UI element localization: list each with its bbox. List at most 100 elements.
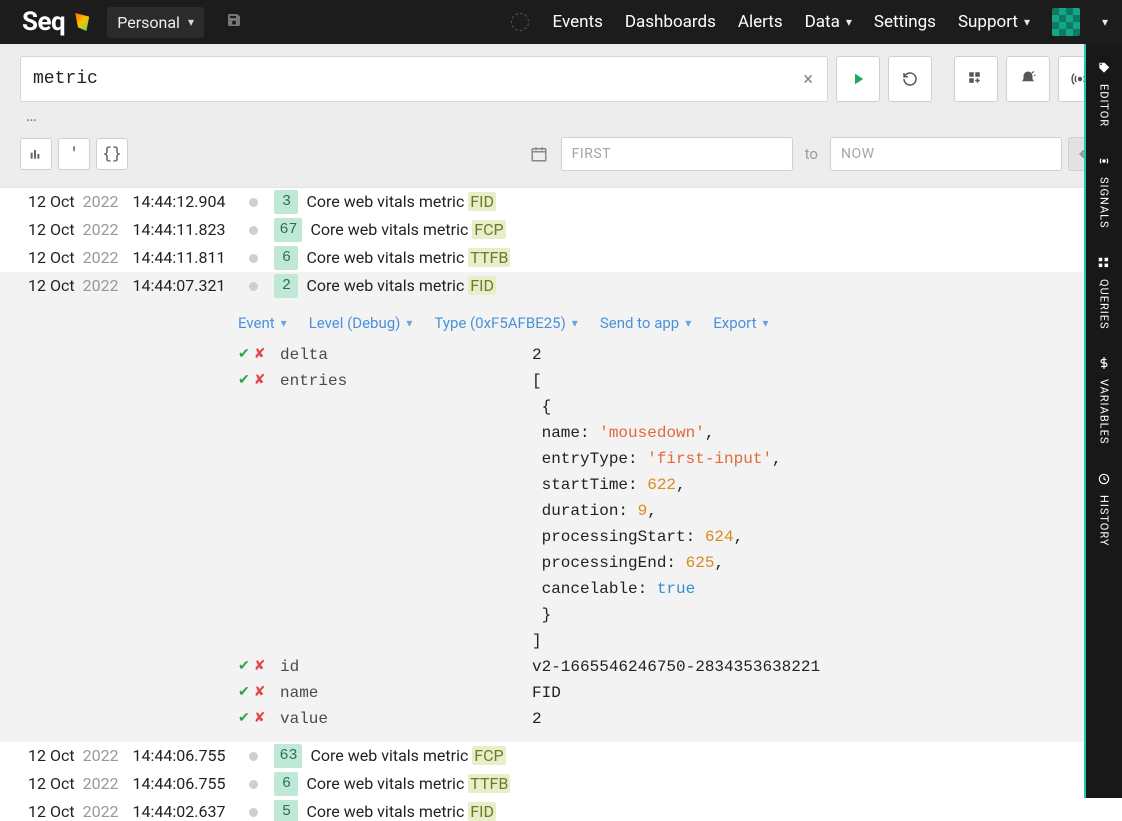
- brand-logo[interactable]: Seq: [22, 7, 89, 37]
- nav-support[interactable]: Support ▾: [958, 12, 1030, 32]
- event-message: Core web vitals metric FID: [306, 274, 496, 298]
- sidebar-item-history[interactable]: HISTORY: [1096, 471, 1112, 546]
- range-to-input[interactable]: [830, 137, 1062, 171]
- chevron-down-icon: ▾: [406, 316, 412, 330]
- brand-mark-icon: [75, 13, 89, 31]
- workspace-selector[interactable]: Personal ▾: [107, 7, 204, 38]
- prop-key: value: [280, 707, 532, 731]
- nav-data[interactable]: Data ▾: [805, 12, 852, 32]
- metric-name: FCP: [472, 746, 505, 765]
- event-row[interactable]: 12 Oct 2022 14:44:02.637 5 Core web vita…: [0, 798, 1122, 821]
- event-row[interactable]: 12 Oct 2022 14:44:07.321 2 Core web vita…: [0, 272, 1122, 300]
- histogram-toggle-button[interactable]: [20, 138, 52, 170]
- json-format-button[interactable]: {}: [96, 138, 128, 170]
- broadcast-icon: [1096, 153, 1112, 169]
- event-row[interactable]: 12 Oct 2022 14:44:11.823 67 Core web vit…: [0, 216, 1122, 244]
- exclude-filter-icon[interactable]: ✘: [254, 343, 266, 367]
- chevron-down-icon: ▾: [685, 316, 691, 330]
- top-navbar: Seq Personal ▾ Events Dashboards Alerts …: [0, 0, 1122, 44]
- metric-name: TTFB: [468, 248, 510, 267]
- prop-key: entries: [280, 369, 532, 393]
- event-year: 2022: [83, 246, 119, 270]
- detail-action-send[interactable]: Send to app▾: [600, 314, 691, 332]
- event-time: 14:44:07.321: [127, 274, 226, 298]
- include-filter-icon[interactable]: ✔: [238, 681, 250, 705]
- tick-format-button[interactable]: ': [58, 138, 90, 170]
- prop-value: 2: [532, 343, 542, 367]
- exclude-filter-icon[interactable]: ✘: [254, 707, 266, 731]
- refresh-button[interactable]: [888, 56, 932, 102]
- event-year: 2022: [83, 274, 119, 298]
- event-date: 12 Oct: [28, 274, 75, 298]
- event-badge: 6: [274, 772, 298, 796]
- tag-icon: [1096, 60, 1112, 76]
- chevron-down-icon: ▾: [281, 316, 287, 330]
- clear-query-icon[interactable]: ×: [789, 69, 827, 90]
- nav-dashboards[interactable]: Dashboards: [625, 12, 716, 32]
- nav-support-label: Support: [958, 12, 1018, 32]
- exclude-filter-icon[interactable]: ✘: [254, 369, 266, 393]
- prop-value: [: [532, 369, 542, 393]
- create-alert-button[interactable]: [1006, 56, 1050, 102]
- event-row[interactable]: 12 Oct 2022 14:44:06.755 6 Core web vita…: [0, 770, 1122, 798]
- level-dot-icon: [249, 752, 258, 761]
- history-icon: [1096, 471, 1112, 487]
- detail-action-level[interactable]: Level (Debug)▾: [309, 314, 413, 332]
- nav-alerts[interactable]: Alerts: [738, 12, 783, 32]
- sidebar-item-queries[interactable]: QUERIES: [1096, 255, 1112, 330]
- event-message: Core web vitals metric TTFB: [306, 246, 510, 270]
- event-row[interactable]: 12 Oct 2022 14:44:12.904 3 Core web vita…: [0, 188, 1122, 216]
- nav-settings[interactable]: Settings: [874, 12, 936, 32]
- include-filter-icon[interactable]: ✔: [238, 369, 250, 393]
- run-query-button[interactable]: [836, 56, 880, 102]
- exclude-filter-icon[interactable]: ✘: [254, 655, 266, 679]
- event-year: 2022: [83, 800, 119, 821]
- exclude-filter-icon[interactable]: ✘: [254, 681, 266, 705]
- event-badge: 6: [274, 246, 298, 270]
- sidebar-item-editor[interactable]: EDITOR: [1096, 60, 1112, 127]
- expand-query-icon[interactable]: …: [20, 102, 1102, 125]
- event-date: 12 Oct: [28, 744, 75, 768]
- prop-key: name: [280, 681, 532, 705]
- theme-toggle-icon[interactable]: [511, 13, 529, 31]
- event-date: 12 Oct: [28, 800, 75, 821]
- event-year: 2022: [83, 772, 119, 796]
- save-icon[interactable]: [222, 8, 246, 36]
- event-row[interactable]: 12 Oct 2022 14:44:11.811 6 Core web vita…: [0, 244, 1122, 272]
- sidebar-item-label: QUERIES: [1098, 279, 1111, 330]
- include-filter-icon[interactable]: ✔: [238, 655, 250, 679]
- nav-events[interactable]: Events: [553, 12, 603, 32]
- event-message: Core web vitals metric TTFB: [306, 772, 510, 796]
- detail-action-type[interactable]: Type (0xF5AFBE25)▾: [434, 314, 577, 332]
- dollar-icon: [1096, 355, 1112, 371]
- event-year: 2022: [83, 218, 119, 242]
- level-dot-icon: [249, 226, 258, 235]
- metric-name: FID: [468, 192, 496, 211]
- range-from-input[interactable]: [561, 137, 793, 171]
- sidebar-item-label: VARIABLES: [1098, 379, 1111, 444]
- query-bar: × … ' {} to: [0, 44, 1122, 187]
- prop-value: 2: [532, 707, 542, 731]
- prop-row-name[interactable]: ✔ ✘ name FID: [0, 680, 1122, 706]
- detail-action-export[interactable]: Export▾: [713, 314, 768, 332]
- prop-key: id: [280, 655, 532, 679]
- include-filter-icon[interactable]: ✔: [238, 707, 250, 731]
- detail-action-event[interactable]: Event▾: [238, 314, 287, 332]
- avatar[interactable]: [1052, 8, 1080, 36]
- event-row[interactable]: 12 Oct 2022 14:44:06.755 63 Core web vit…: [0, 742, 1122, 770]
- sidebar-item-label: HISTORY: [1098, 495, 1111, 546]
- add-signal-button[interactable]: [954, 56, 998, 102]
- event-message: Core web vitals metric FCP: [310, 218, 505, 242]
- event-badge: 63: [274, 744, 302, 768]
- sidebar-item-signals[interactable]: SIGNALS: [1096, 153, 1112, 229]
- chevron-down-icon: ▾: [1024, 15, 1030, 29]
- prop-row-id[interactable]: ✔ ✘ id v2-1665546246750-2834353638221: [0, 654, 1122, 680]
- include-filter-icon[interactable]: ✔: [238, 343, 250, 367]
- metric-name: TTFB: [468, 774, 510, 793]
- query-input[interactable]: [21, 59, 789, 99]
- prop-row-delta[interactable]: ✔ ✘ delta 2: [0, 342, 1122, 368]
- user-menu-chevron-icon[interactable]: ▾: [1102, 15, 1108, 29]
- prop-row-entries[interactable]: ✔ ✘ entries [: [0, 368, 1122, 394]
- prop-row-value[interactable]: ✔ ✘ value 2: [0, 706, 1122, 732]
- sidebar-item-variables[interactable]: VARIABLES: [1096, 355, 1112, 444]
